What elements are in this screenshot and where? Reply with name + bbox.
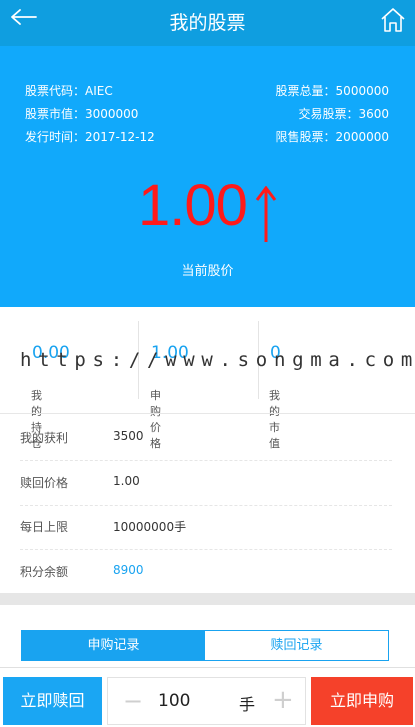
minus-button[interactable]: − xyxy=(123,687,143,715)
detail-value: 1.00 xyxy=(113,474,140,488)
detail-key: 我的获利 xyxy=(20,431,69,445)
buy-button[interactable]: 立即申购 xyxy=(311,677,413,725)
detail-row-redeem-price: 赎回价格 1.00 xyxy=(20,459,392,506)
stock-market-value: 股票市值：3000000 xyxy=(25,107,139,121)
detail-value: 3500 xyxy=(113,429,144,443)
section-spacer xyxy=(0,593,415,605)
up-arrow-icon xyxy=(255,185,277,242)
detail-row-profit: 我的获利 3500 xyxy=(20,414,392,461)
detail-row-points-balance: 积分余额 8900 xyxy=(20,548,392,595)
tab-redeem-records[interactable]: 赎回记录 xyxy=(205,631,388,660)
bottom-action-bar: 立即赎回 − 100 手 + 立即申购 xyxy=(0,667,415,727)
detail-value: 10000000手 xyxy=(113,520,187,534)
quantity-input[interactable]: 100 xyxy=(158,691,190,711)
watermark-text: https://www.songma.com xyxy=(20,349,415,371)
issue-date: 发行时间：2017-12-12 xyxy=(25,130,155,144)
unit-label: 手 xyxy=(239,695,256,714)
record-tabs: 申购记录 赎回记录 xyxy=(21,630,389,661)
restricted-stock: 限售股票：2000000 xyxy=(275,130,389,144)
detail-row-daily-limit: 每日上限 10000000手 xyxy=(20,503,392,550)
detail-key: 积分余额 xyxy=(20,565,69,579)
detail-key: 赎回价格 xyxy=(20,476,69,490)
tab-purchase-records[interactable]: 申购记录 xyxy=(22,631,205,660)
stock-traded: 交易股票：3600 xyxy=(298,107,389,121)
detail-value: 8900 xyxy=(113,563,144,577)
current-price: 1.00 xyxy=(0,172,415,250)
stock-summary-panel: 股票代码：AIEC 股票总量：5000000 股票市值：3000000 交易股票… xyxy=(0,46,415,307)
detail-key: 每日上限 xyxy=(20,520,69,534)
page-title: 我的股票 xyxy=(169,12,246,34)
home-icon[interactable] xyxy=(379,6,407,34)
top-nav-bar: 我的股票 xyxy=(0,0,415,46)
plus-button[interactable]: + xyxy=(272,685,294,715)
stock-total: 股票总量：5000000 xyxy=(275,84,389,98)
holdings-stats: 0.00 我的持仓 1.00 申购价格 0 我的市值 https://www.s… xyxy=(0,307,415,450)
quantity-stepper: − 100 手 + xyxy=(107,677,306,725)
price-value: 1.00 xyxy=(138,173,248,238)
price-label: 当前股价 xyxy=(181,264,234,279)
stock-code: 股票代码：AIEC xyxy=(25,84,113,98)
redeem-button[interactable]: 立即赎回 xyxy=(3,677,102,725)
